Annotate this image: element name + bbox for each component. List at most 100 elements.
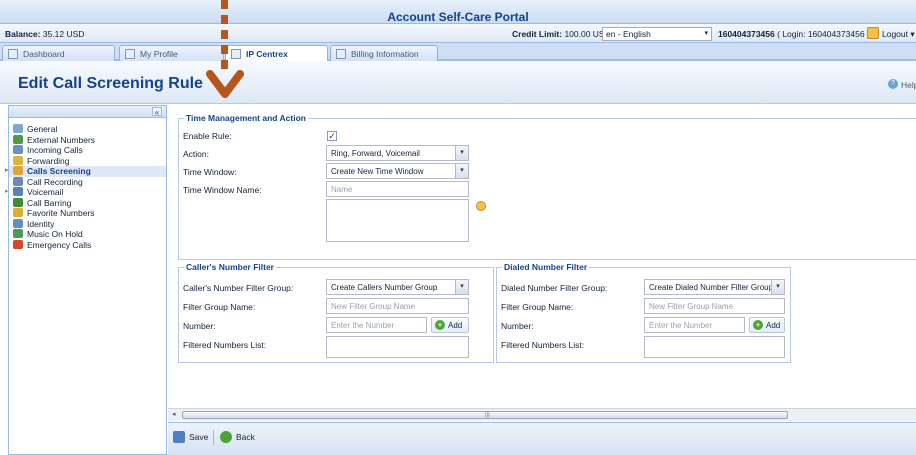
callers-number-input[interactable]: Enter the Number [326,317,427,333]
help-link[interactable]: Help [901,80,916,90]
save-icon [173,431,185,443]
logout-icon[interactable] [867,27,879,39]
favorite-icon [13,208,23,217]
balance-label: Balance: [5,29,41,39]
save-label: Save [189,432,209,442]
scrollbar-thumb[interactable]: ||| [182,411,788,419]
dialed-number-input[interactable]: Enter the Number [644,317,745,333]
callers-filter-name-input[interactable]: New Filter Group Name [326,298,469,314]
account-info-bar: Balance: 35.12 USD Credit Limit: 100.00 … [0,24,916,43]
account-number: 160404373456 [718,29,775,39]
expand-icon[interactable]: ▸ [5,166,9,176]
chevron-down-icon: ▾ [455,164,468,178]
sidebar-item-label: Voicemail [27,187,64,197]
callers-add-button[interactable]: + Add [431,317,469,333]
toolbar-separator [213,430,214,445]
callers-numbers-list[interactable] [326,336,469,358]
page-header: Edit Call Screening Rule ? Help [0,61,916,104]
emergency-icon [13,239,23,249]
tab-billing-information[interactable]: Billing Information [330,45,438,61]
expand-icon[interactable]: ▸ [5,187,9,197]
section-legend: Caller's Number Filter [184,262,276,272]
time-window-textarea[interactable] [326,199,469,242]
tab-label: Billing Information [351,49,419,59]
callers-list-label: Filtered Numbers List: [183,340,267,350]
back-button[interactable]: Back [220,431,255,445]
tab-label: Dashboard [23,49,65,59]
dialed-group-value: Create Dialed Number Filter Group [649,283,774,292]
sidebar-item-music-on-hold[interactable]: Music On Hold [9,229,166,240]
sidebar-item-voicemail[interactable]: ▸ Voicemail [5,187,166,198]
login-text: ( Login: 160404373456 ) [777,29,870,39]
main-content: Time Management and Action Enable Rule: … [168,105,916,408]
sidebar-item-call-barring[interactable]: Call Barring [9,197,166,209]
callers-group-select[interactable]: Create Callers Number Group ▾ [326,279,469,295]
save-button[interactable]: Save [173,431,208,445]
barring-icon [13,197,23,207]
language-value: en - English [606,29,651,39]
collapse-sidebar-button[interactable]: « [152,107,162,117]
forward-icon [13,155,23,165]
screening-icon [13,166,23,175]
people-icon [13,145,23,154]
dialed-filter-name-label: Filter Group Name: [501,302,574,312]
action-select[interactable]: Ring, Forward, Voicemail ▾ [326,145,469,161]
arrow-dash [221,15,228,24]
sidebar-item-label: General [27,124,58,134]
action-value: Ring, Forward, Voicemail [331,149,420,158]
dialed-group-label: Dialed Number Filter Group: [501,283,608,293]
time-window-value: Create New Time Window [331,167,424,176]
tab-dashboard[interactable]: Dashboard [2,45,115,61]
page-title: Edit Call Screening Rule [18,75,203,92]
sidebar-item-general[interactable]: General [9,124,166,135]
ip-centrex-icon [231,49,241,59]
account-id: 160404373456 ( Login: 160404373456 ) [718,29,870,39]
dashboard-icon [8,49,18,59]
language-select[interactable]: en - English ▾ [602,27,712,41]
sidebar-item-incoming-calls[interactable]: Incoming Calls [9,145,166,156]
horizontal-scrollbar[interactable]: ◂ ||| [168,408,916,421]
tab-label: IP Centrex [246,49,288,59]
time-window-edit-icon[interactable] [476,201,486,211]
time-window-name-input[interactable]: Name [326,181,469,197]
sidebar-item-label: Incoming Calls [27,145,83,155]
sidebar-item-label: Identity [27,218,55,229]
enable-rule-label: Enable Rule: [183,131,232,141]
identity-icon [13,218,23,228]
callers-group-value: Create Callers Number Group [331,283,438,292]
arrow-head-icon [206,70,244,98]
sidebar-item-emergency-calls[interactable]: Emergency Calls [9,239,166,251]
callers-filter-name-label: Filter Group Name: [183,302,256,312]
time-window-label: Time Window: [183,167,237,177]
sidebar: « General External Numbers Incoming Calls F… [5,105,167,455]
bottom-toolbar: Save Back [168,422,916,455]
title-bar: Account Self-Care Portal [0,0,916,24]
time-window-select[interactable]: Create New Time Window ▾ [326,163,469,179]
add-icon: + [753,320,763,330]
scroll-left-icon[interactable]: ◂ [172,410,176,418]
tab-ip-centrex[interactable]: IP Centrex [225,45,328,62]
sidebar-item-external-numbers[interactable]: External Numbers [9,134,166,146]
sidebar-item-label: Calls Screening [27,166,91,176]
sidebar-item-forwarding[interactable]: Forwarding [9,155,166,167]
logout-button[interactable]: Logout ▾ [882,29,915,40]
dialed-add-button[interactable]: + Add [749,317,785,333]
arrow-dash [221,45,228,54]
sidebar-item-call-recording[interactable]: Call Recording [9,176,166,188]
balance: Balance: 35.12 USD [5,29,84,39]
sidebar-item-label: External Numbers [27,134,96,145]
sidebar-item-identity[interactable]: Identity [9,218,166,230]
callers-number-filter-section: Caller's Number Filter Caller's Number F… [178,262,494,363]
dialed-number-filter-section: Dialed Number Filter Dialed Number Filte… [496,262,791,363]
help-icon[interactable]: ? [888,79,898,89]
dialed-group-select[interactable]: Create Dialed Number Filter Group ▾ [644,279,785,295]
sidebar-item-calls-screening[interactable]: ▸ Calls Screening [5,166,166,177]
dialed-numbers-list[interactable] [644,336,785,358]
tab-my-profile[interactable]: My Profile [119,45,224,61]
enable-rule-checkbox[interactable]: ✓ [327,131,337,141]
grip-icon: ||| [485,412,490,418]
tab-label: My Profile [140,49,178,59]
dialed-filter-name-input[interactable]: New Filter Group Name [644,298,785,314]
credit-limit-label: Credit Limit: [512,29,563,39]
sidebar-item-favorite-numbers[interactable]: Favorite Numbers [9,208,166,219]
